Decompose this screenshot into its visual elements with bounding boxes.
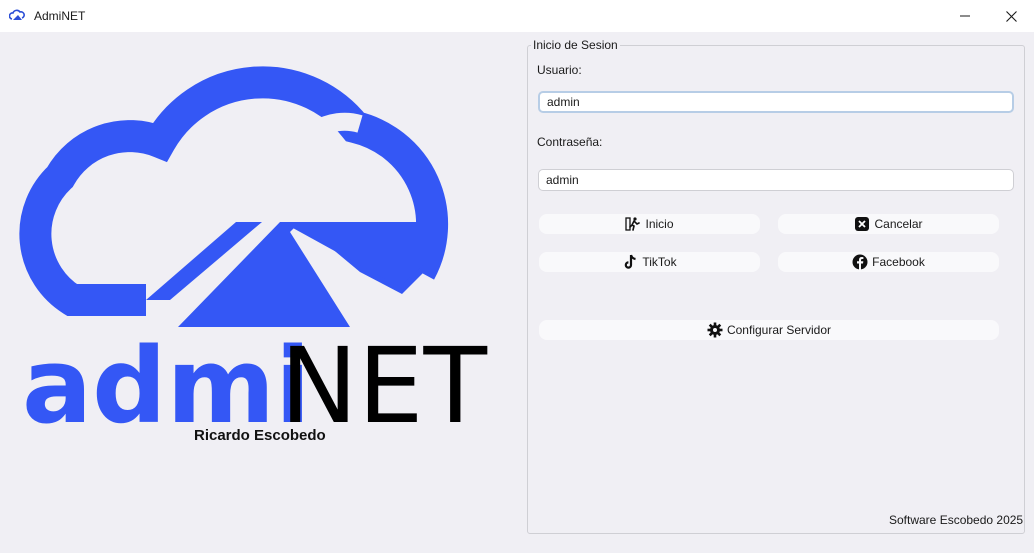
adminet-logo: admi NET	[0, 32, 520, 462]
tiktok-icon	[622, 254, 638, 270]
login-group-title: Inicio de Sesion	[531, 38, 620, 52]
logo-text-net: NET	[280, 325, 488, 432]
cloud-app-icon	[9, 9, 25, 20]
footer-copyright: Software Escobedo 2025	[889, 513, 1024, 527]
tiktok-label: TikTok	[642, 255, 677, 269]
configurar-servidor-button[interactable]: Configurar Servidor	[539, 320, 999, 340]
title-bar: AdmiNET	[0, 0, 1034, 32]
password-label: Contraseña:	[537, 135, 603, 149]
password-input[interactable]	[538, 169, 1014, 191]
minimize-button[interactable]	[942, 0, 988, 32]
facebook-button[interactable]: Facebook	[778, 252, 999, 272]
minimize-icon	[960, 15, 970, 17]
login-groupbox	[527, 45, 1025, 534]
gear-icon	[707, 322, 723, 338]
logo-text-admi: admi	[22, 325, 311, 432]
inicio-button[interactable]: Inicio	[539, 214, 760, 234]
facebook-icon	[852, 254, 868, 270]
tiktok-button[interactable]: TikTok	[539, 252, 760, 272]
window-title: AdmiNET	[34, 9, 86, 23]
cancelar-button[interactable]: Cancelar	[778, 214, 999, 234]
facebook-label: Facebook	[872, 255, 925, 269]
running-person-icon	[625, 216, 641, 232]
username-input[interactable]	[538, 91, 1014, 113]
username-label: Usuario:	[537, 63, 582, 77]
configurar-servidor-label: Configurar Servidor	[726, 323, 832, 337]
close-icon	[1005, 10, 1017, 22]
x-square-icon	[854, 216, 870, 232]
inicio-label: Inicio	[645, 217, 674, 231]
author-name: Ricardo Escobedo	[194, 427, 326, 444]
close-button[interactable]	[988, 0, 1034, 32]
logo-wordmark: admi NET	[22, 325, 488, 432]
cancelar-label: Cancelar	[874, 217, 923, 231]
